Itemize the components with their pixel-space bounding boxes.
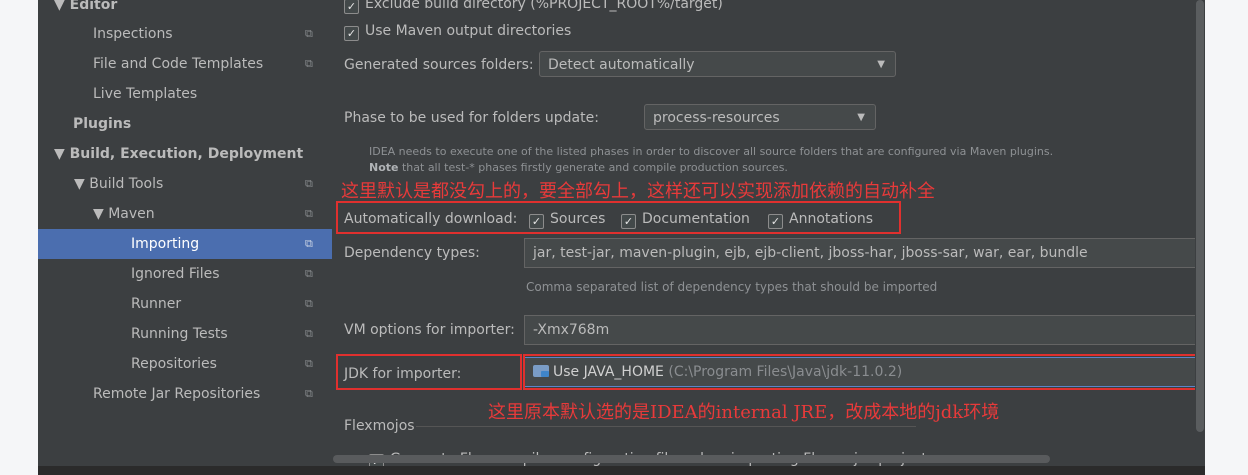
dependency-types-label: Dependency types:: [344, 245, 480, 261]
download-sources-option[interactable]: ✓ Sources: [529, 209, 605, 229]
project-scope-copy-icon: ⧉: [305, 297, 313, 310]
settings-sidebar: ▼ Editor Inspections ⧉ File and Code Templa…: [38, 0, 332, 475]
maven-importing-panel: ✓ Exclude build directory (%PROJECT_ROOT%…: [332, 0, 1205, 475]
project-scope-copy-icon: ⧉: [305, 237, 313, 250]
generated-sources-dropdown[interactable]: Detect automatically ▼: [539, 51, 896, 77]
download-documentation-option[interactable]: ✓ Documentation: [621, 209, 750, 229]
sidebar-item[interactable]: File and Code Templates ⧉: [38, 49, 332, 79]
sidebar-item-label: ▼ Editor: [54, 0, 118, 13]
sidebar-item[interactable]: Inspections ⧉: [38, 19, 332, 49]
sidebar-item[interactable]: Live Templates: [38, 79, 332, 109]
generated-sources-value: Detect automatically: [548, 57, 695, 73]
phase-hint-rest: that all test-* phases firstly generate …: [398, 161, 788, 174]
dropdown-arrow-icon: ▼: [857, 112, 865, 123]
phase-label: Phase to be used for folders update:: [344, 110, 599, 126]
sidebar-item-label: ▼ Build, Execution, Deployment: [54, 146, 304, 162]
checkbox-checked-icon[interactable]: ✓: [344, 26, 359, 41]
sidebar-item-label: Running Tests: [131, 326, 228, 342]
vm-options-label: VM options for importer:: [344, 322, 515, 338]
project-scope-copy-icon: ⧉: [305, 177, 313, 190]
sidebar-item-label: Live Templates: [93, 86, 198, 102]
project-scope-copy-icon: ⧉: [305, 207, 313, 220]
sidebar-item-label: ▼ Maven: [93, 206, 155, 222]
download-annotations-label: Annotations: [789, 211, 874, 227]
sidebar-item-label: Importing: [131, 236, 200, 252]
bottom-bar: [38, 466, 1205, 475]
dependency-types-hint: Comma separated list of dependency types…: [526, 280, 938, 294]
project-scope-copy-icon: ⧉: [305, 357, 313, 370]
sidebar-item-label: Remote Jar Repositories: [93, 386, 261, 402]
sidebar-item[interactable]: ▼ Maven ⧉: [38, 199, 332, 229]
download-sources-label: Sources: [550, 211, 606, 227]
annotation-auto-download: 这里默认是都没勾上的，要全部勾上，这样还可以实现添加依赖的自动补全: [341, 181, 935, 202]
flexmojos-section-title: Flexmojos: [344, 418, 415, 434]
settings-window: ▼ Editor Inspections ⧉ File and Code Templa…: [38, 0, 1205, 475]
checkbox-checked-icon[interactable]: ✓: [529, 214, 544, 229]
phase-dropdown[interactable]: process-resources ▼: [644, 104, 876, 130]
vertical-scrollbar-thumb[interactable]: [1196, 0, 1204, 432]
sidebar-item[interactable]: Runner ⧉: [38, 289, 332, 319]
annotation-jdk: 这里原本默认选的是IDEA的internal JRE，改成本地的jdk环境: [488, 402, 1000, 423]
exclude-build-dir-label: Exclude build directory (%PROJECT_ROOT%/…: [365, 0, 723, 12]
phase-hint-note: Note: [369, 161, 399, 174]
exclude-build-dir-option[interactable]: ✓ Exclude build directory (%PROJECT_ROOT%…: [344, 0, 723, 14]
vertical-scrollbar[interactable]: [1195, 0, 1205, 432]
project-scope-copy-icon: ⧉: [305, 327, 313, 340]
horizontal-scrollbar[interactable]: [333, 455, 1050, 463]
project-scope-copy-icon: ⧉: [305, 57, 313, 70]
project-scope-copy-icon: ⧉: [305, 27, 313, 40]
jdk-importer-label: JDK for importer:: [344, 366, 462, 382]
sidebar-item-label: Inspections: [93, 26, 173, 42]
flexmojos-separator: [416, 426, 916, 427]
phase-hint-line-2: Note that all test-* phases firstly gene…: [369, 161, 788, 174]
sidebar-item[interactable]: ▼ Editor: [38, 0, 332, 20]
checkbox-checked-icon[interactable]: ✓: [621, 214, 636, 229]
checkbox-checked-icon[interactable]: ✓: [344, 0, 359, 14]
sidebar-item-label: Repositories: [131, 356, 217, 372]
sidebar-item-label: Runner: [131, 296, 182, 312]
project-scope-copy-icon: ⧉: [305, 387, 313, 400]
sidebar-item[interactable]: Plugins: [38, 109, 332, 139]
highlight-box-jdk-value: [523, 354, 1205, 390]
sidebar-item[interactable]: Ignored Files ⧉: [38, 259, 332, 289]
checkbox-checked-icon[interactable]: ✓: [768, 214, 783, 229]
auto-download-label: Automatically download:: [344, 211, 518, 227]
sidebar-item-label: Ignored Files: [131, 266, 220, 282]
phase-value: process-resources: [653, 110, 780, 126]
sidebar-item[interactable]: Importing ⧉: [38, 229, 332, 259]
sidebar-item-label: ▼ Build Tools: [74, 176, 164, 192]
sidebar-item[interactable]: Running Tests ⧉: [38, 319, 332, 349]
download-documentation-label: Documentation: [642, 211, 750, 227]
download-annotations-option[interactable]: ✓ Annotations: [768, 209, 873, 229]
vm-options-input[interactable]: -Xmx768m: [524, 315, 1205, 345]
phase-hint-line-1: IDEA needs to execute one of the listed …: [369, 145, 1054, 158]
sidebar-item-label: Plugins: [73, 116, 132, 132]
sidebar-item-label: File and Code Templates: [93, 56, 264, 72]
sidebar-item[interactable]: Remote Jar Repositories ⧉: [38, 379, 332, 409]
project-scope-copy-icon: ⧉: [305, 267, 313, 280]
use-maven-output-option[interactable]: ✓ Use Maven output directories: [344, 21, 571, 41]
dropdown-arrow-icon: ▼: [877, 59, 885, 70]
generated-sources-label: Generated sources folders:: [344, 57, 534, 73]
sidebar-item[interactable]: Repositories ⧉: [38, 349, 332, 379]
use-maven-output-label: Use Maven output directories: [365, 23, 572, 39]
sidebar-item[interactable]: ▼ Build, Execution, Deployment: [38, 139, 332, 169]
dependency-types-input[interactable]: jar, test-jar, maven-plugin, ejb, ejb-cl…: [524, 238, 1205, 268]
sidebar-item[interactable]: ▼ Build Tools ⧉: [38, 169, 332, 199]
